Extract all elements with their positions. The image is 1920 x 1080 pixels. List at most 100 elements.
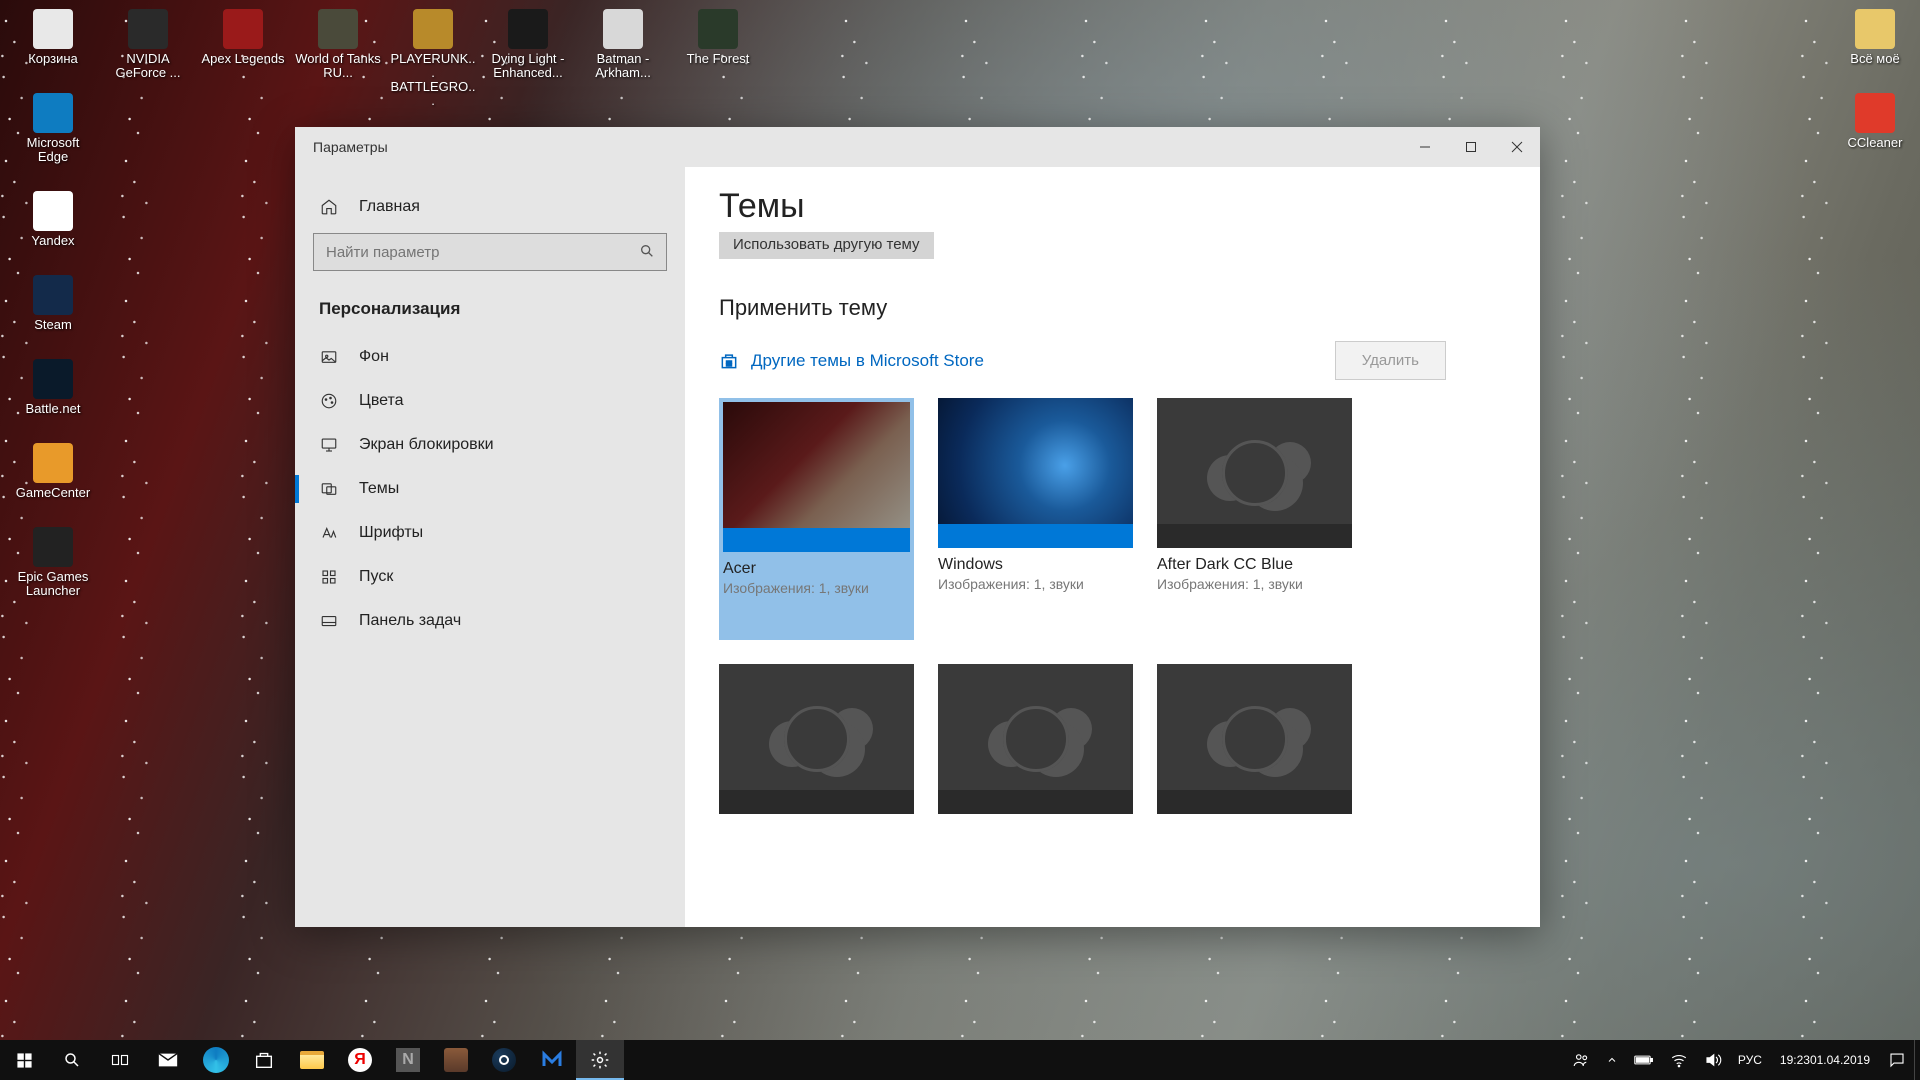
desktop-icon[interactable]: GameCenter [8, 438, 98, 504]
theme-card[interactable]: Windows Изображения: 1, звуки [938, 398, 1133, 640]
desktop-icon[interactable]: Всё моё [1830, 4, 1920, 70]
sidebar-item-background[interactable]: Фон [295, 335, 685, 379]
palette-icon [319, 391, 339, 411]
app-icon [127, 8, 169, 50]
taskbar-app-game[interactable] [432, 1040, 480, 1080]
desktop-icon[interactable]: CCleaner [1830, 88, 1920, 154]
search-icon [639, 243, 655, 259]
tray-people-icon[interactable] [1564, 1040, 1598, 1080]
theme-subtitle: Изображения: 1, звуки [723, 580, 910, 596]
desktop-icon[interactable]: World of Tanks RU... [293, 4, 383, 84]
brush-icon [319, 479, 339, 499]
desktop-icon-label: CCleaner [1848, 136, 1903, 150]
desktop-icon[interactable]: Корзина [8, 4, 98, 70]
search-input[interactable] [313, 233, 667, 271]
tray-notifications-icon[interactable] [1880, 1040, 1914, 1080]
theme-card[interactable] [938, 664, 1133, 814]
sidebar-item-fonts[interactable]: Шрифты [295, 511, 685, 555]
home-icon [319, 197, 339, 217]
sidebar-item-label: Темы [359, 480, 399, 498]
theme-card[interactable] [719, 664, 914, 814]
delete-button[interactable]: Удалить [1335, 341, 1446, 380]
taskbar-app-malwarebytes[interactable] [528, 1040, 576, 1080]
theme-preview [1157, 398, 1352, 548]
sidebar-item-label: Цвета [359, 392, 404, 410]
sidebar-category-heading: Персонализация [295, 289, 685, 335]
taskbar-app-n[interactable]: N [384, 1040, 432, 1080]
app-icon [32, 8, 74, 50]
subtitle-banner[interactable]: Использовать другую тему [719, 232, 934, 259]
sidebar-item-start[interactable]: Пуск [295, 555, 685, 599]
sidebar-item-colors[interactable]: Цвета [295, 379, 685, 423]
taskbar-app-steam[interactable] [480, 1040, 528, 1080]
app-icon [32, 526, 74, 568]
desktop-icon-label: Microsoft Edge [10, 136, 96, 164]
close-button[interactable] [1494, 127, 1540, 167]
taskbar-app-settings[interactable] [576, 1040, 624, 1080]
sidebar-home[interactable]: Главная [295, 185, 685, 229]
desktop-icon-label: Epic Games Launcher [10, 570, 96, 598]
taskbar-app-edge[interactable] [192, 1040, 240, 1080]
tray-time: 19:23 [1780, 1053, 1810, 1067]
theme-name: Windows [938, 556, 1133, 574]
theme-subtitle: Изображения: 1, звуки [938, 576, 1133, 592]
desktop-icon-label: Dying Light - Enhanced... [485, 52, 571, 80]
app-icon [602, 8, 644, 50]
store-link[interactable]: Другие темы в Microsoft Store [719, 351, 984, 371]
titlebar[interactable]: Параметры [295, 127, 1540, 167]
desktop-icon[interactable]: Batman - Arkham... [578, 4, 668, 84]
taskbar-app-store[interactable] [240, 1040, 288, 1080]
show-desktop-button[interactable] [1914, 1040, 1920, 1080]
search-button[interactable] [48, 1040, 96, 1080]
theme-name: Acer [723, 560, 910, 578]
settings-window: Параметры Главная Персонализация Фон [295, 127, 1540, 927]
taskbar: Я N РУС 19:23 01.04.2019 [0, 1040, 1920, 1080]
tray-battery-icon[interactable] [1626, 1040, 1662, 1080]
task-view-button[interactable] [96, 1040, 144, 1080]
sidebar-item-themes[interactable]: Темы [295, 467, 685, 511]
tray-clock[interactable]: 19:23 01.04.2019 [1770, 1040, 1880, 1080]
theme-accent-bar [1157, 790, 1352, 814]
desktop-icon[interactable]: Apex Legends [198, 4, 288, 70]
theme-name: After Dark CC Blue [1157, 556, 1352, 574]
tray-volume-icon[interactable] [1696, 1040, 1730, 1080]
desktop-icon[interactable]: Microsoft Edge [8, 88, 98, 168]
maximize-button[interactable] [1448, 127, 1494, 167]
app-icon [32, 274, 74, 316]
desktop-icon[interactable]: NVIDIA GeForce ... [103, 4, 193, 84]
desktop-icon[interactable]: Battle.net [8, 354, 98, 420]
desktop-icon[interactable]: Epic Games Launcher [8, 522, 98, 602]
desktop-icon[interactable]: Dying Light - Enhanced... [483, 4, 573, 84]
theme-card[interactable] [1157, 664, 1352, 814]
minimize-button[interactable] [1402, 127, 1448, 167]
tray-overflow-icon[interactable] [1598, 1040, 1626, 1080]
theme-subtitle: Изображения: 1, звуки [1157, 576, 1352, 592]
desktop-icon[interactable]: Yandex [8, 186, 98, 252]
tray-wifi-icon[interactable] [1662, 1040, 1696, 1080]
theme-accent-bar [723, 528, 910, 552]
theme-accent-bar [938, 524, 1133, 548]
start-button[interactable] [0, 1040, 48, 1080]
sidebar-item-taskbar[interactable]: Панель задач [295, 599, 685, 643]
desktop-icon[interactable]: The Forest [673, 4, 763, 70]
font-icon [319, 523, 339, 543]
desktop-icon-label: The Forest [687, 52, 750, 66]
settings-sidebar: Главная Персонализация Фон Цвета Э [295, 167, 685, 927]
store-icon [719, 351, 739, 371]
app-icon [32, 92, 74, 134]
desktop-icon[interactable]: PLAYERUNK... BATTLEGRO... [388, 4, 478, 112]
tray-language[interactable]: РУС [1730, 1040, 1770, 1080]
theme-card[interactable]: After Dark CC Blue Изображения: 1, звуки [1157, 398, 1352, 640]
app-icon [507, 8, 549, 50]
taskbar-app-explorer[interactable] [288, 1040, 336, 1080]
desktop-icon[interactable]: Steam [8, 270, 98, 336]
sidebar-item-label: Пуск [359, 568, 393, 586]
desktop-icon-label: Steam [34, 318, 72, 332]
taskbar-app-yandex[interactable]: Я [336, 1040, 384, 1080]
taskbar-app-mail[interactable] [144, 1040, 192, 1080]
app-icon [317, 8, 359, 50]
sidebar-item-lockscreen[interactable]: Экран блокировки [295, 423, 685, 467]
theme-card[interactable]: Acer Изображения: 1, звуки [719, 398, 914, 640]
theme-accent-bar [719, 790, 914, 814]
app-icon [697, 8, 739, 50]
